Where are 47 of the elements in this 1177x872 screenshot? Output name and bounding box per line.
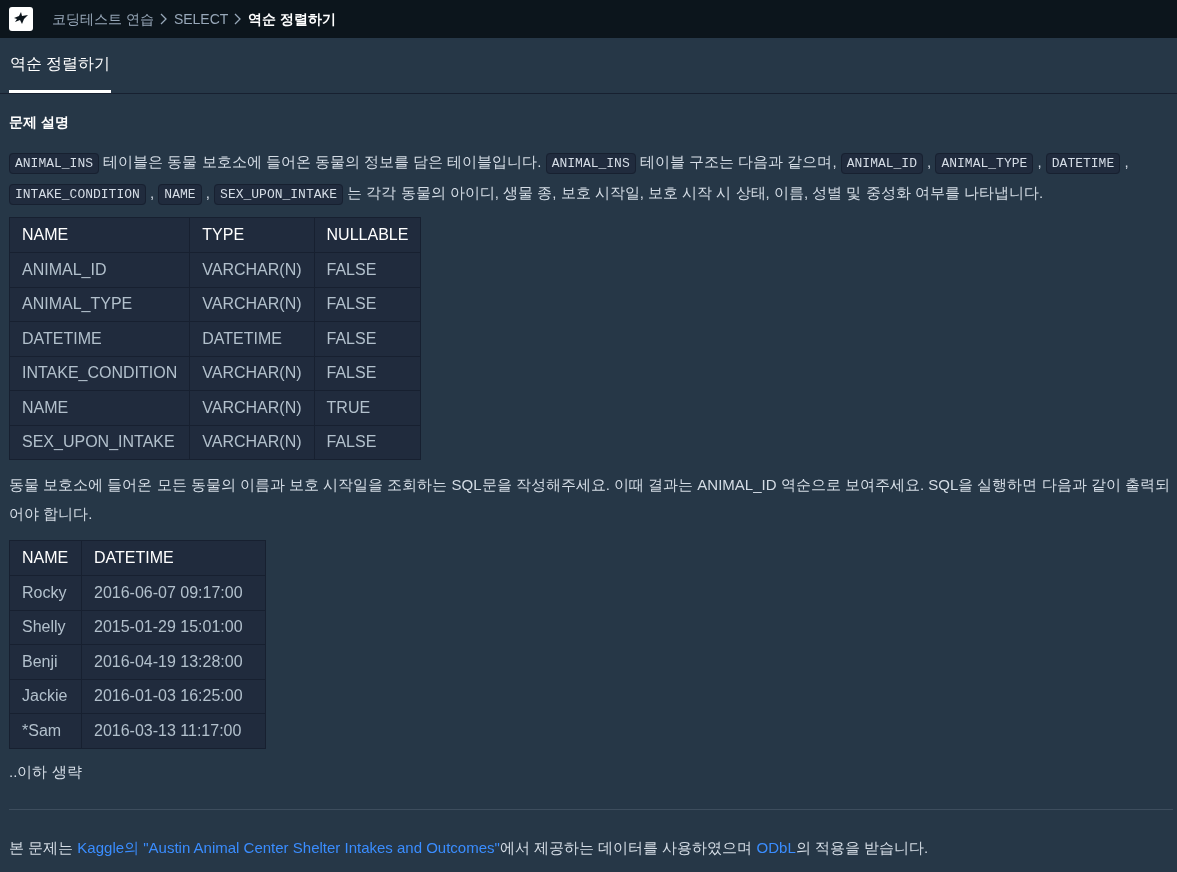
- table-cell: 2016-06-07 09:17:00: [81, 575, 266, 610]
- table-cell: INTAKE_CONDITION: [9, 356, 190, 391]
- table-cell: Jackie: [9, 679, 82, 714]
- tab[interactable]: 역순 정렬하기: [9, 38, 112, 93]
- table-cell: 2016-04-19 13:28:00: [81, 644, 266, 679]
- table-cell: VARCHAR(N): [189, 425, 315, 460]
- table-cell: *Sam: [9, 713, 82, 748]
- table-cell: VARCHAR(N): [189, 287, 315, 322]
- table-cell: DATETIME: [9, 321, 190, 356]
- logo-icon[interactable]: [9, 7, 33, 31]
- description-paragraph: ANIMAL_INS 테이블은 동물 보호소에 들어온 동물의 정보를 담은 테이블입니다. ANIMAL_INS 테이블 구조는 다음과 같으며, ANIMAL_ID , ANIMAL_TYPE , DATETIME , INTAKE_CONDITION , NAME , SEX_UPON_INTAKE 는 각각 동물의 아이디, 생물 종, 보호 시작일, 보호 시작 시 상태, 이름, 성별 및 중성화 여부를 나타냅니다.: [9, 147, 1173, 209]
- table-cell: Rocky: [9, 575, 82, 610]
- table-cell: Shelly: [9, 610, 82, 645]
- section-title: 문제 설명: [9, 113, 70, 132]
- column-header: NULLABLE: [314, 217, 421, 253]
- source-note: 본 문제는 Kaggle의 "Austin Animal Center Shelter Intakes and Outcomes"에서 제공하는 데이터를 사용하였으며 ODbL의 적용을 받습니다.: [9, 838, 930, 858]
- table-cell: FALSE: [314, 321, 421, 356]
- table-cell: VARCHAR(N): [189, 356, 315, 391]
- breadcrumb-item[interactable]: SELECT: [173, 8, 229, 30]
- table-cell: FALSE: [314, 287, 421, 322]
- question-text: 동물 보호소에 들어온 모든 동물의 이름과 보호 시작일을 조회하는 SQL문을 작성해주세요. 이때 결과는 ANIMAL_ID 역순으로 보여주세요. SQL을 실행하면 다음과 같이 출력되어야 합니다.: [9, 475, 1171, 524]
- source-link[interactable]: Kaggle의 "Austin Animal Center Shelter Intakes and Outcomes": [77, 839, 500, 856]
- table-cell: 2015-01-29 15:01:00: [81, 610, 266, 645]
- omission-note: ..이하 생략: [9, 761, 83, 782]
- table-cell: SEX_UPON_INTAKE: [9, 425, 190, 460]
- table-cell: FALSE: [314, 356, 421, 391]
- table-cell: Benji: [9, 644, 82, 679]
- table-cell: ANIMAL_TYPE: [9, 287, 190, 322]
- breadcrumb-item[interactable]: 코딩테스트 연습: [52, 8, 154, 30]
- column-header: NAME: [9, 540, 82, 576]
- table-cell: NAME: [9, 390, 190, 425]
- chevron-right-icon: [159, 13, 168, 25]
- table-cell: DATETIME: [189, 321, 315, 356]
- column-header: TYPE: [189, 217, 315, 253]
- table-cell: VARCHAR(N): [189, 252, 315, 287]
- column-header: DATETIME: [81, 540, 266, 576]
- chevron-right-icon: [234, 13, 243, 25]
- table-cell: TRUE: [314, 390, 421, 425]
- table-cell: FALSE: [314, 252, 421, 287]
- table-cell: 2016-01-03 16:25:00: [81, 679, 266, 714]
- table-cell: VARCHAR(N): [189, 390, 315, 425]
- column-header: NAME: [9, 217, 190, 253]
- table-cell: 2016-03-13 11:17:00: [81, 713, 266, 748]
- table-cell: FALSE: [314, 425, 421, 460]
- table-cell: ANIMAL_ID: [9, 252, 190, 287]
- source-link[interactable]: ODbL: [756, 839, 796, 856]
- breadcrumb-item: 역순 정렬하기: [248, 9, 337, 29]
